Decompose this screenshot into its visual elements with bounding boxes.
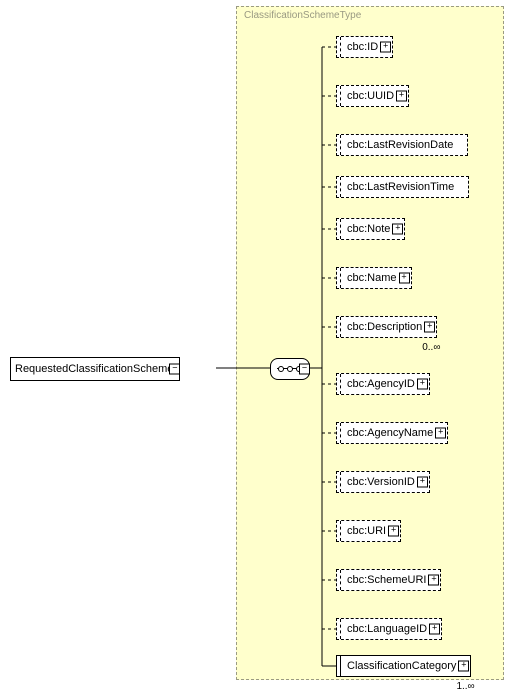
- child-element: cbc:LanguageID+: [336, 618, 442, 640]
- child-element-label: cbc:VersionID: [347, 476, 415, 488]
- root-element-label: RequestedClassificationScheme: [15, 363, 173, 375]
- child-element: cbc:AgencyID+: [336, 373, 430, 395]
- expand-icon[interactable]: +: [388, 526, 399, 537]
- expand-icon[interactable]: +: [417, 477, 428, 488]
- child-element: cbc:Name+: [336, 267, 412, 289]
- child-element-label: cbc:Note: [347, 223, 390, 235]
- child-element: ClassificationCategory+: [336, 655, 471, 677]
- collapse-icon[interactable]: −: [299, 364, 310, 375]
- child-element: cbc:Note+: [336, 218, 405, 240]
- child-element-label: cbc:AgencyName: [347, 427, 433, 439]
- expand-icon[interactable]: +: [435, 428, 446, 439]
- child-element: cbc:UUID+: [336, 85, 409, 107]
- expand-icon[interactable]: +: [429, 624, 440, 635]
- root-element: RequestedClassificationScheme −: [10, 357, 180, 381]
- expand-icon[interactable]: +: [380, 42, 391, 53]
- child-element-label: cbc:URI: [347, 525, 386, 537]
- diagram-canvas: ClassificationSchemeType RequestedClassi…: [0, 0, 513, 691]
- expand-icon[interactable]: +: [392, 224, 403, 235]
- expand-icon[interactable]: +: [417, 379, 428, 390]
- child-element-label: cbc:UUID: [347, 90, 394, 102]
- expand-icon[interactable]: +: [399, 273, 410, 284]
- child-element-label: cbc:ID: [347, 41, 378, 53]
- collapse-icon[interactable]: −: [169, 364, 180, 375]
- child-element: cbc:LastRevisionDate: [336, 134, 468, 156]
- child-element: cbc:AgencyName+: [336, 422, 448, 444]
- child-element-label: cbc:Name: [347, 272, 397, 284]
- cardinality-label: 1..∞: [456, 681, 474, 691]
- expand-icon[interactable]: +: [424, 322, 435, 333]
- child-element-label: cbc:SchemeURI: [347, 574, 426, 586]
- child-element-label: cbc:LastRevisionDate: [347, 139, 453, 151]
- expand-icon[interactable]: +: [458, 661, 469, 672]
- child-element-label: cbc:LastRevisionTime: [347, 181, 454, 193]
- child-element-label: cbc:AgencyID: [347, 378, 415, 390]
- expand-icon[interactable]: +: [428, 575, 439, 586]
- child-element-label: ClassificationCategory: [347, 660, 456, 672]
- expand-icon[interactable]: +: [396, 91, 407, 102]
- type-label: ClassificationSchemeType: [244, 10, 361, 21]
- cardinality-label: 0..∞: [422, 342, 440, 353]
- child-element-label: cbc:Description: [347, 321, 422, 333]
- child-element: cbc:SchemeURI+: [336, 569, 441, 591]
- child-element: cbc:Description+: [336, 316, 437, 338]
- child-element: cbc:LastRevisionTime: [336, 176, 469, 198]
- child-element: cbc:VersionID+: [336, 471, 430, 493]
- child-element: cbc:URI+: [336, 520, 401, 542]
- child-element: cbc:ID+: [336, 36, 393, 58]
- child-element-label: cbc:LanguageID: [347, 623, 427, 635]
- sequence-compositor: −: [270, 358, 310, 380]
